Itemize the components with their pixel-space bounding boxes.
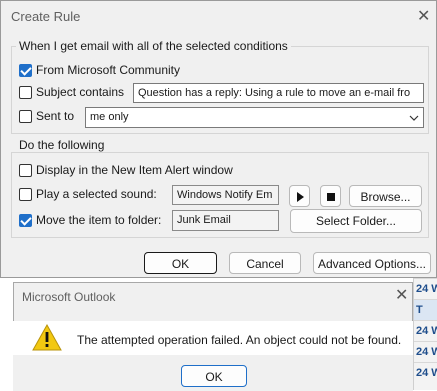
warning-icon xyxy=(32,324,62,351)
sound-checkbox[interactable] xyxy=(19,188,32,201)
sent-to-value: me only xyxy=(90,111,129,123)
list-item[interactable]: T xyxy=(414,299,437,320)
dialog-title: Create Rule xyxy=(11,9,81,24)
close-icon[interactable]: ✕ xyxy=(417,9,430,25)
create-rule-dialog: Create Rule ✕ When I get email with all … xyxy=(0,0,437,278)
folder-field[interactable]: Junk Email xyxy=(172,210,279,231)
play-icon xyxy=(296,192,304,202)
move-checkbox[interactable] xyxy=(19,214,32,227)
sent-to-checkbox[interactable] xyxy=(19,110,32,123)
error-message: The attempted operation failed. An objec… xyxy=(77,333,402,347)
sent-to-select[interactable]: me only xyxy=(85,107,424,128)
browse-button[interactable]: Browse... xyxy=(349,185,422,207)
move-label: Move the item to folder: xyxy=(36,213,162,227)
select-folder-button[interactable]: Select Folder... xyxy=(290,209,422,233)
ok-button[interactable]: OK xyxy=(144,252,217,274)
background-message-list: 24 W T 24 W 24 W 24 W xyxy=(413,278,437,390)
error-body: The attempted operation failed. An objec… xyxy=(13,321,413,355)
sound-field[interactable]: Windows Notify Em xyxy=(172,185,279,205)
error-footer: OK xyxy=(13,355,413,391)
list-item[interactable]: 24 W xyxy=(414,362,437,383)
cancel-button[interactable]: Cancel xyxy=(229,252,301,274)
close-icon[interactable]: ✕ xyxy=(395,288,408,304)
subject-input[interactable]: Question has a reply: Using a rule to mo… xyxy=(133,83,424,103)
subject-checkbox[interactable] xyxy=(19,86,32,99)
error-ok-button[interactable]: OK xyxy=(181,365,247,387)
play-sound-button[interactable] xyxy=(289,185,310,207)
list-item[interactable]: 24 W xyxy=(414,278,437,299)
error-dialog: Microsoft Outlook ✕ The attempted operat… xyxy=(13,282,413,391)
chevron-down-icon[interactable] xyxy=(405,109,421,127)
from-checkbox[interactable] xyxy=(19,64,32,77)
error-dialog-title: Microsoft Outlook xyxy=(22,290,116,304)
advanced-options-button[interactable]: Advanced Options... xyxy=(313,252,431,274)
list-item[interactable]: 24 W xyxy=(414,320,437,341)
stop-sound-button[interactable] xyxy=(320,185,341,207)
list-item[interactable]: 24 W xyxy=(414,341,437,362)
alert-label: Display in the New Item Alert window xyxy=(36,163,233,177)
conditions-legend: When I get email with all of the selecte… xyxy=(16,39,291,53)
stop-icon xyxy=(326,193,335,201)
sound-label: Play a selected sound: xyxy=(36,187,157,201)
alert-checkbox[interactable] xyxy=(19,164,32,177)
sent-to-label: Sent to xyxy=(36,109,75,123)
subject-label: Subject contains xyxy=(36,85,125,99)
actions-legend: Do the following xyxy=(16,138,108,152)
from-label: From Microsoft Community xyxy=(36,63,181,77)
